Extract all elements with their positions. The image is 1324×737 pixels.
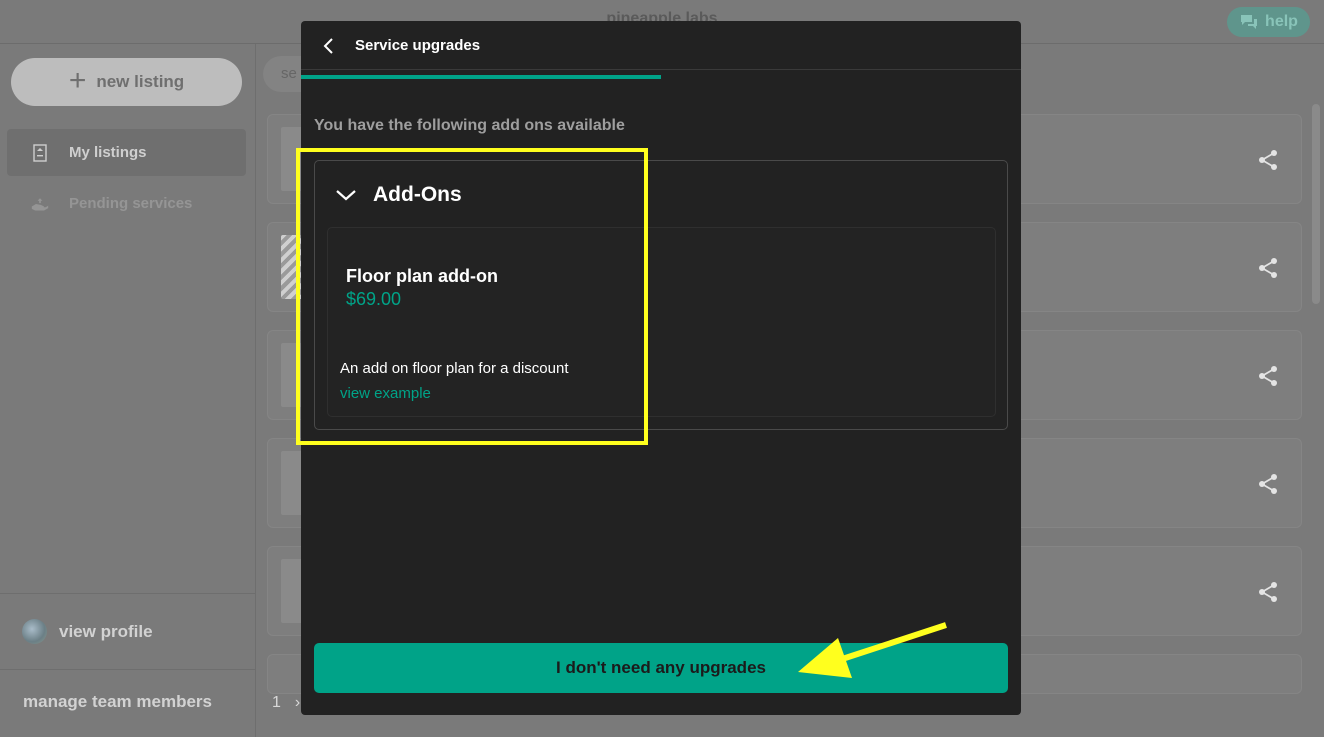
new-listing-label: new listing [96, 72, 185, 91]
help-label: help [1265, 13, 1298, 30]
profile-label: view profile [59, 621, 153, 641]
sidebar-item-pending-services[interactable]: Pending services [7, 180, 246, 227]
modal-subtitle: You have the following add ons available [314, 117, 625, 134]
sidebar: + new listing My listings Pending servic… [0, 44, 256, 737]
sidebar-divider [0, 593, 255, 594]
sidebar-item-label: My listings [69, 144, 147, 161]
manage-team-link[interactable]: manage team members [23, 692, 212, 712]
share-icon[interactable] [1257, 149, 1279, 171]
hand-icon [31, 197, 49, 211]
sidebar-item-label: Pending services [69, 195, 193, 212]
listing-icon [33, 143, 47, 162]
share-icon[interactable] [1257, 473, 1279, 495]
modal-header: Service upgrades [301, 21, 1021, 70]
highlight-box [296, 148, 648, 445]
progress-bar [301, 75, 661, 79]
share-icon[interactable] [1257, 257, 1279, 279]
avatar [22, 619, 47, 644]
share-icon[interactable] [1257, 365, 1279, 387]
share-icon[interactable] [1257, 581, 1279, 603]
arrow-annotation [798, 622, 947, 678]
plus-icon: + [68, 63, 87, 97]
pagination: 1 › [272, 694, 300, 712]
modal-title: Service upgrades [355, 37, 481, 54]
sidebar-divider [0, 669, 255, 670]
scrollbar[interactable] [1312, 104, 1320, 304]
new-listing-button[interactable]: + new listing [11, 58, 242, 106]
back-icon[interactable] [321, 36, 337, 56]
page-number[interactable]: 1 [272, 694, 281, 712]
sidebar-item-my-listings[interactable]: My listings [7, 129, 246, 176]
next-page-button[interactable]: › [295, 694, 300, 712]
help-button[interactable]: help [1227, 7, 1310, 37]
view-profile-link[interactable]: view profile [22, 619, 153, 644]
chat-icon [1241, 15, 1258, 29]
